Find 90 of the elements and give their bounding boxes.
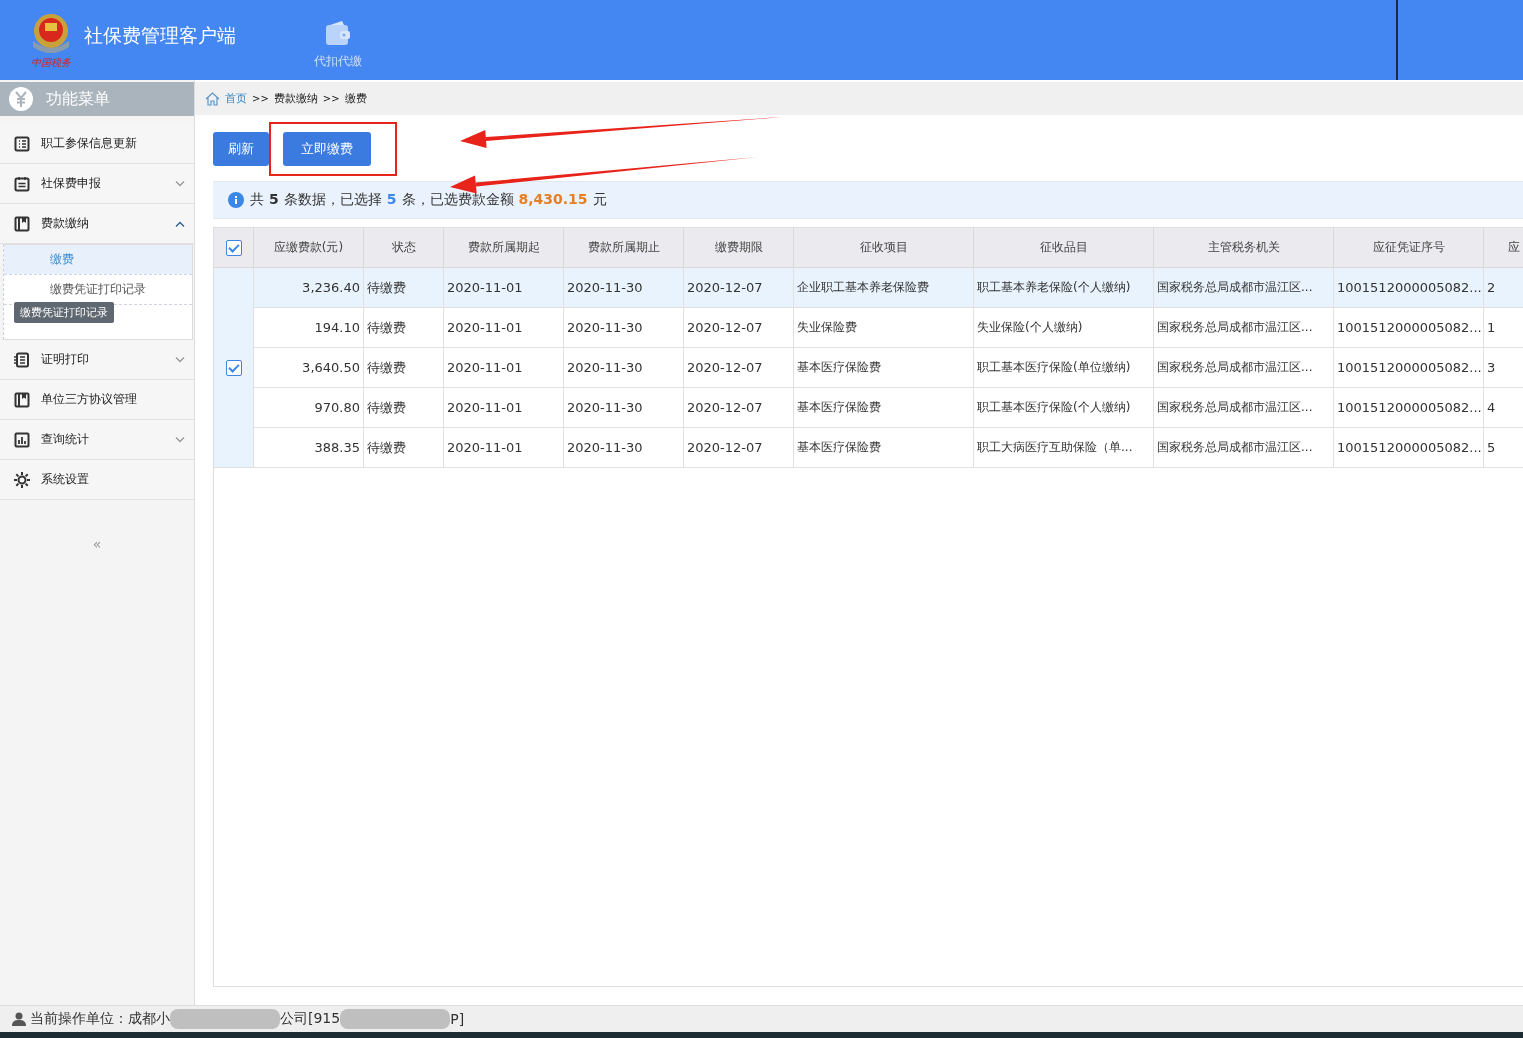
table-cell: 2020-11-30 bbox=[564, 268, 684, 308]
column-header[interactable]: 状态 bbox=[364, 228, 444, 268]
wallet-icon bbox=[324, 20, 352, 47]
table-cell: 待缴费 bbox=[364, 268, 444, 308]
table-cell: 国家税务总局成都市温江区... bbox=[1154, 388, 1334, 428]
table-cell: 职工基本医疗保险(单位缴纳) bbox=[974, 348, 1154, 388]
table-cell: 2020-12-07 bbox=[684, 388, 794, 428]
column-header[interactable]: 应缴费款(元) bbox=[254, 228, 364, 268]
table-cell: 2020-12-07 bbox=[684, 308, 794, 348]
table-cell: 2020-11-01 bbox=[444, 428, 564, 468]
table-cell: 基本医疗保险费 bbox=[794, 348, 974, 388]
summary-text: 共 5 条数据，已选择 5 条，已选费款金额 8,430.15 元 bbox=[250, 191, 607, 209]
app-title: 社保费管理客户端 bbox=[84, 23, 236, 48]
table-cell: 2020-11-30 bbox=[564, 348, 684, 388]
table-cell: 待缴费 bbox=[364, 388, 444, 428]
table-cell: 3 bbox=[1484, 348, 1523, 388]
table-cell: 2020-11-30 bbox=[564, 428, 684, 468]
column-header[interactable]: 主管税务机关 bbox=[1154, 228, 1334, 268]
clipboard-icon bbox=[14, 175, 30, 192]
breadcrumb-separator: >> bbox=[252, 93, 269, 104]
pay-button[interactable]: 立即缴费 bbox=[283, 132, 371, 166]
table-cell: 1001512000005082... bbox=[1334, 388, 1484, 428]
table-cell: 1 bbox=[1484, 308, 1523, 348]
column-header[interactable]: 征收项目 bbox=[794, 228, 974, 268]
user-icon bbox=[12, 1012, 26, 1026]
table-cell: 待缴费 bbox=[364, 428, 444, 468]
status-text: P] bbox=[450, 1011, 465, 1027]
table-cell: 1001512000005082... bbox=[1334, 268, 1484, 308]
table-cell: 失业保险(个人缴纳) bbox=[974, 308, 1154, 348]
table-cell: 2020-11-01 bbox=[444, 348, 564, 388]
status-text: 当前操作单位：成都小 bbox=[30, 1010, 170, 1028]
table-cell: 2020-12-07 bbox=[684, 428, 794, 468]
table-cell: 2020-11-30 bbox=[564, 388, 684, 428]
table-cell: 2020-11-01 bbox=[444, 308, 564, 348]
breadcrumb-separator: >> bbox=[322, 93, 340, 104]
column-header[interactable]: 费款所属期起 bbox=[444, 228, 564, 268]
column-header[interactable]: 缴费期限 bbox=[684, 228, 794, 268]
home-icon[interactable] bbox=[205, 91, 220, 106]
column-header[interactable]: 征收品目 bbox=[974, 228, 1154, 268]
book-icon bbox=[14, 215, 30, 232]
bar-chart-icon bbox=[14, 431, 30, 448]
table-cell: 1001512000005082... bbox=[1334, 348, 1484, 388]
yuan-icon bbox=[8, 86, 34, 112]
refresh-button[interactable]: 刷新 bbox=[213, 132, 269, 166]
table-cell: 基本医疗保险费 bbox=[794, 388, 974, 428]
table-cell: 企业职工基本养老保险费 bbox=[794, 268, 974, 308]
checkbox[interactable] bbox=[225, 239, 242, 256]
table-cell: 2020-12-07 bbox=[684, 348, 794, 388]
column-header[interactable]: 应 bbox=[1484, 228, 1523, 268]
breadcrumb-item: 缴费 bbox=[344, 91, 367, 106]
table-cell: 4 bbox=[1484, 388, 1523, 428]
table-cell: 国家税务总局成都市温江区... bbox=[1154, 348, 1334, 388]
tooltip: 缴费凭证打印记录 bbox=[14, 302, 114, 323]
table-cell: 5 bbox=[1484, 428, 1523, 468]
checkbox[interactable] bbox=[225, 359, 242, 376]
table-cell: 待缴费 bbox=[364, 308, 444, 348]
table-cell: 职工基本养老保险(个人缴纳) bbox=[974, 268, 1154, 308]
column-header[interactable]: 费款所属期止 bbox=[564, 228, 684, 268]
table-cell: 2020-11-01 bbox=[444, 268, 564, 308]
table-cell: 国家税务总局成都市温江区... bbox=[1154, 268, 1334, 308]
submenu-item[interactable]: 缴费凭证打印记录 bbox=[4, 275, 192, 304]
table-cell: 2 bbox=[1484, 268, 1523, 308]
table-cell: 388.35 bbox=[254, 428, 364, 468]
breadcrumb-link[interactable]: 首页 bbox=[225, 91, 247, 106]
table-cell: 2020-12-07 bbox=[684, 268, 794, 308]
column-header[interactable]: 应征凭证序号 bbox=[1334, 228, 1484, 268]
table-cell: 基本医疗保险费 bbox=[794, 428, 974, 468]
info-icon bbox=[228, 192, 244, 208]
table-cell: 失业保险费 bbox=[794, 308, 974, 348]
table-cell: 国家税务总局成都市温江区... bbox=[1154, 308, 1334, 348]
book-icon bbox=[14, 391, 30, 408]
table-cell: 待缴费 bbox=[364, 348, 444, 388]
settings-icon bbox=[14, 471, 30, 488]
table-cell: 1001512000005082... bbox=[1334, 308, 1484, 348]
logo-caption: 中国税务 bbox=[31, 55, 71, 70]
table-cell: 职工大病医疗互助保险（单... bbox=[974, 428, 1154, 468]
table-cell: 2020-11-30 bbox=[564, 308, 684, 348]
list-icon bbox=[14, 351, 30, 368]
table-cell: 970.80 bbox=[254, 388, 364, 428]
table-cell: 2020-11-01 bbox=[444, 388, 564, 428]
breadcrumb-item: 费款缴纳 bbox=[273, 91, 318, 106]
table-cell: 3,640.50 bbox=[254, 348, 364, 388]
table-cell: 职工基本医疗保险(个人缴纳) bbox=[974, 388, 1154, 428]
grid-icon bbox=[14, 135, 30, 152]
table-cell: 国家税务总局成都市温江区... bbox=[1154, 428, 1334, 468]
table-cell: 3,236.40 bbox=[254, 268, 364, 308]
status-text: 公司[915 bbox=[280, 1010, 341, 1028]
table-cell: 194.10 bbox=[254, 308, 364, 348]
table-cell: 1001512000005082... bbox=[1334, 428, 1484, 468]
sidebar-title: 功能菜单 bbox=[46, 88, 110, 110]
